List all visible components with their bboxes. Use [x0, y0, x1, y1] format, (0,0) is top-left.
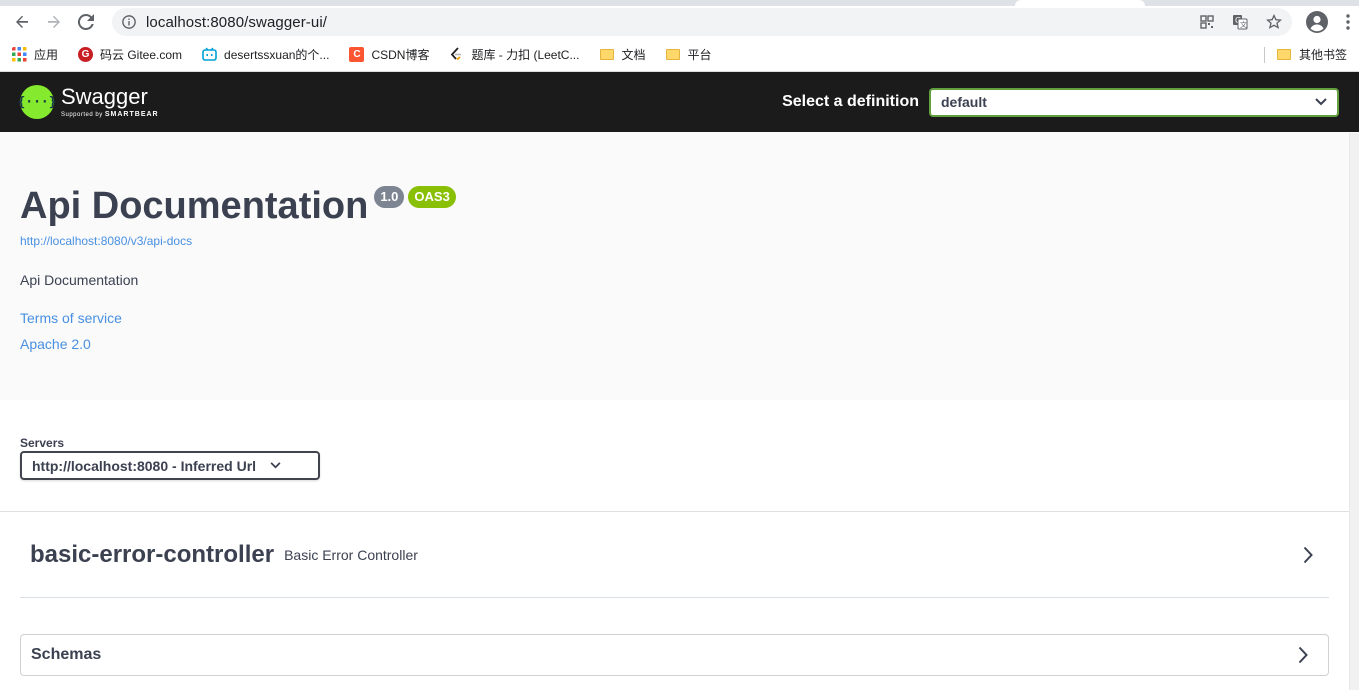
version-badge: 1.0	[374, 186, 405, 208]
tag-description: Basic Error Controller	[284, 546, 418, 563]
supported-by: Supported by SMARTBEAR	[61, 111, 159, 118]
schemas-label: Schemas	[31, 646, 102, 663]
swagger-topbar: {···} Swagger Supported by SMARTBEAR Sel…	[0, 72, 1359, 132]
smartbear-text: SMARTBEAR	[104, 111, 159, 118]
swagger-logo[interactable]: {···} Swagger Supported by SMARTBEAR	[17, 84, 159, 119]
bookmark-gitee[interactable]: G 码云 Gitee.com	[78, 46, 182, 63]
page-scrollbar[interactable]	[1349, 133, 1359, 690]
reload-icon	[78, 14, 94, 30]
bookmark-label: 题库 - 力扣 (LeetC...	[471, 48, 580, 62]
csdn-icon: C	[349, 47, 365, 62]
servers-label: Servers	[20, 436, 65, 450]
arrow-right-icon	[48, 15, 60, 28]
schemas-section[interactable]: Schemas	[20, 634, 1329, 676]
address-bar[interactable]: localhost:8080/swagger-ui/ G文	[112, 8, 1292, 36]
bookmark-folder-docs[interactable]: 文档	[599, 46, 646, 63]
page-title: Api Documentation	[20, 185, 369, 227]
license-link[interactable]: Apache 2.0	[20, 336, 1339, 352]
bookmark-label: 码云 Gitee.com	[100, 48, 183, 62]
bookmark-apps[interactable]: 应用	[12, 46, 58, 63]
chevron-down-icon	[270, 462, 281, 469]
leetcode-icon	[451, 47, 462, 61]
tab-strip	[0, 0, 1359, 6]
chevron-right-icon[interactable]	[1298, 646, 1308, 664]
qr-code-icon[interactable]	[1200, 15, 1214, 29]
info-section: Api Documentation 1.0 OAS3 http://localh…	[0, 132, 1359, 400]
definition-select[interactable]: default	[929, 87, 1339, 117]
kebab-menu-icon[interactable]	[1346, 14, 1350, 30]
api-docs-link[interactable]: http://localhost:8080/v3/api-docs	[20, 234, 1339, 248]
bookmark-label: 平台	[687, 48, 712, 62]
folder-icon	[666, 47, 681, 62]
bookmark-label: CSDN博客	[371, 48, 430, 62]
tag-name: basic-error-controller	[30, 540, 275, 568]
forward-button[interactable]	[40, 8, 68, 36]
apps-grid-icon	[12, 47, 27, 62]
active-tab[interactable]	[1015, 0, 1145, 6]
reload-button[interactable]	[72, 8, 100, 36]
folder-icon	[599, 47, 614, 62]
supported-by-text: Supported by	[61, 112, 103, 118]
bookmark-bilibili[interactable]: desertssxuan的个...	[202, 46, 329, 63]
chevron-right-icon[interactable]	[1303, 546, 1313, 564]
definition-selector: Select a definition default	[782, 87, 1339, 117]
back-button[interactable]	[8, 8, 36, 36]
profile-avatar-icon[interactable]	[1306, 11, 1328, 33]
tag-basic-error-controller[interactable]: basic-error-controller Basic Error Contr…	[20, 512, 1329, 598]
bookmark-separator	[1263, 46, 1265, 63]
server-value: http://localhost:8080 - Inferred Url	[32, 457, 257, 474]
gitee-icon: G	[78, 47, 94, 62]
terms-of-service-link[interactable]: Terms of service	[20, 310, 1339, 326]
bookmark-label: desertssxuan的个...	[224, 48, 330, 62]
oas-badge: OAS3	[408, 186, 456, 208]
server-select[interactable]: http://localhost:8080 - Inferred Url	[20, 451, 320, 480]
info-icon	[122, 15, 136, 29]
star-icon[interactable]	[1266, 14, 1282, 30]
servers-section: Servers http://localhost:8080 - Inferred…	[0, 400, 1359, 512]
bookmark-leetcode[interactable]: 题库 - 力扣 (LeetC...	[449, 46, 579, 63]
bookmark-label: 文档	[621, 48, 646, 62]
bookmark-folder-platform[interactable]: 平台	[666, 46, 712, 63]
url-text: localhost:8080/swagger-ui/	[146, 13, 328, 31]
swagger-logo-icon: {···}	[17, 85, 57, 119]
bookmark-csdn[interactable]: C CSDN博客	[349, 46, 429, 63]
bookmark-label: 其他书签	[1298, 48, 1347, 62]
select-definition-label: Select a definition	[782, 93, 919, 110]
definition-value: default	[941, 94, 987, 110]
swagger-brand: Swagger	[61, 84, 148, 109]
arrow-left-icon	[16, 15, 28, 28]
bookmark-other[interactable]: 其他书签	[1263, 46, 1347, 63]
svg-text:文: 文	[1240, 20, 1247, 29]
folder-icon	[1277, 47, 1292, 62]
bilibili-icon	[202, 47, 217, 61]
api-description: Api Documentation	[20, 272, 139, 288]
translate-icon[interactable]: G文	[1232, 14, 1248, 30]
bookmarks-bar: 应用 G 码云 Gitee.com desertssxuan的个... C CS…	[0, 38, 1359, 72]
chevron-down-icon	[1315, 98, 1327, 106]
bookmark-label: 应用	[34, 48, 59, 62]
browser-toolbar: localhost:8080/swagger-ui/ G文	[0, 6, 1359, 38]
